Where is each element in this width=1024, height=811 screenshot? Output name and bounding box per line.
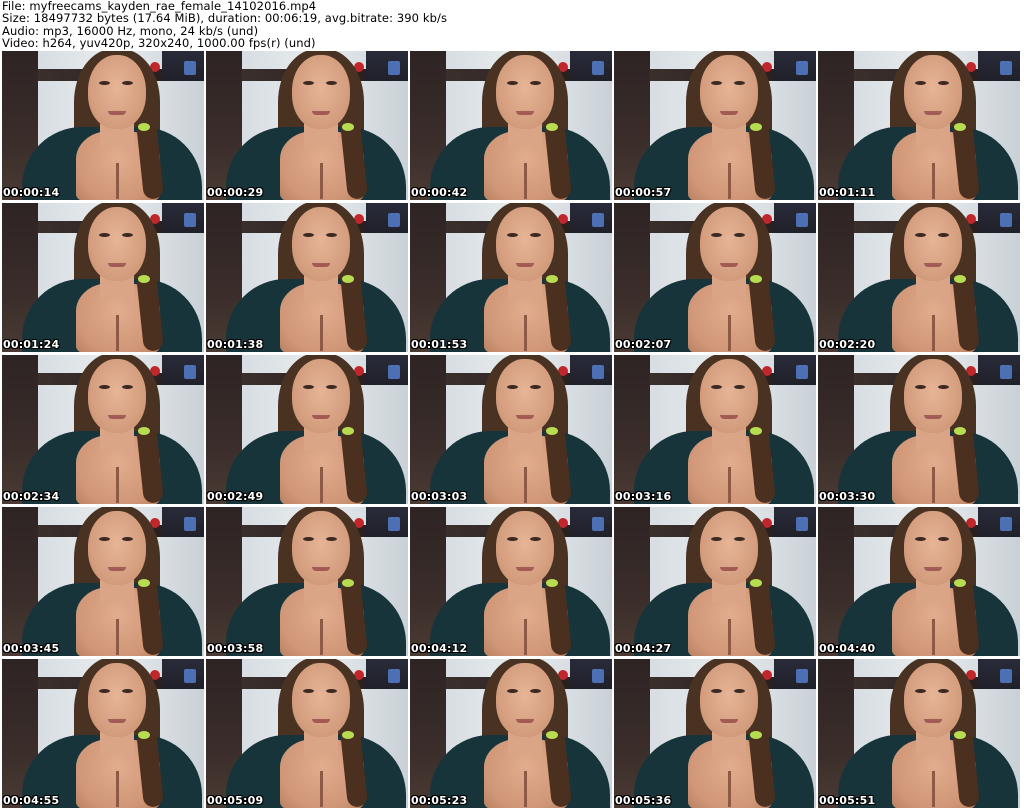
thumbnail-timestamp: 00:02:49 — [207, 490, 264, 503]
video-thumbnail: 00:05:36 — [614, 659, 816, 808]
thumbnail-timestamp: 00:05:51 — [819, 794, 876, 807]
thumbnail-timestamp: 00:03:16 — [615, 490, 672, 503]
thumbnail-timestamp: 00:03:30 — [819, 490, 876, 503]
video-thumbnail: 00:03:16 — [614, 355, 816, 504]
thumbnail-timestamp: 00:00:57 — [615, 186, 672, 199]
video-thumbnail: 00:00:29 — [206, 51, 408, 200]
thumbnail-timestamp: 00:01:53 — [411, 338, 468, 351]
video-thumbnail: 00:01:53 — [410, 203, 612, 352]
video-thumbnail: 00:00:14 — [2, 51, 204, 200]
thumbnail-timestamp: 00:04:12 — [411, 642, 468, 655]
video-thumbnail: 00:01:38 — [206, 203, 408, 352]
video-thumbnail: 00:02:07 — [614, 203, 816, 352]
thumbnail-timestamp: 00:01:24 — [3, 338, 60, 351]
video-thumbnail: 00:01:24 — [2, 203, 204, 352]
video-thumbnail: 00:03:03 — [410, 355, 612, 504]
thumbnail-timestamp: 00:02:07 — [615, 338, 672, 351]
thumbnail-timestamp: 00:05:23 — [411, 794, 468, 807]
thumbnail-timestamp: 00:00:29 — [207, 186, 264, 199]
video-thumbnail: 00:04:40 — [818, 507, 1020, 656]
file-size-line: Size: 18497732 bytes (17.64 MiB), durati… — [2, 11, 448, 26]
thumbnail-timestamp: 00:02:20 — [819, 338, 876, 351]
video-thumbnail: 00:00:42 — [410, 51, 612, 200]
thumbnail-timestamp: 00:00:14 — [3, 186, 60, 199]
thumbnail-timestamp: 00:04:27 — [615, 642, 672, 655]
video-thumbnail: 00:04:27 — [614, 507, 816, 656]
video-thumbnail: 00:03:30 — [818, 355, 1020, 504]
thumbnail-timestamp: 00:03:45 — [3, 642, 60, 655]
thumbnail-timestamp: 00:03:03 — [411, 490, 468, 503]
video-thumbnail: 00:05:09 — [206, 659, 408, 808]
thumbnail-timestamp: 00:05:36 — [615, 794, 672, 807]
video-thumbnail: 00:02:20 — [818, 203, 1020, 352]
thumbnail-timestamp: 00:04:40 — [819, 642, 876, 655]
thumbnail-timestamp: 00:04:55 — [3, 794, 60, 807]
thumbnail-timestamp: 00:03:58 — [207, 642, 264, 655]
video-thumbnail: 00:00:57 — [614, 51, 816, 200]
video-thumbnail: 00:03:58 — [206, 507, 408, 656]
thumbnail-grid: 00:00:14 00:00:29 00:00:42 00:00:57 00:01:11… — [2, 51, 1022, 811]
video-thumbnail: 00:04:55 — [2, 659, 204, 808]
video-thumbnail: 00:02:34 — [2, 355, 204, 504]
video-thumbnail: 00:05:51 — [818, 659, 1020, 808]
thumbnail-timestamp: 00:02:34 — [3, 490, 60, 503]
video-thumbnail: 00:04:12 — [410, 507, 612, 656]
video-thumbnail: 00:01:11 — [818, 51, 1020, 200]
thumbnail-timestamp: 00:00:42 — [411, 186, 468, 199]
video-thumbnail: 00:03:45 — [2, 507, 204, 656]
video-thumbnail: 00:05:23 — [410, 659, 612, 808]
file-info-header: File: myfreecams_kayden_rae_female_14102… — [2, 0, 1022, 50]
thumbnail-timestamp: 00:05:09 — [207, 794, 264, 807]
thumbnail-timestamp: 00:01:11 — [819, 186, 876, 199]
video-thumbnail: 00:02:49 — [206, 355, 408, 504]
thumbnail-timestamp: 00:01:38 — [207, 338, 264, 351]
video-info-line: Video: h264, yuv420p, 320x240, 1000.00 f… — [2, 36, 316, 51]
